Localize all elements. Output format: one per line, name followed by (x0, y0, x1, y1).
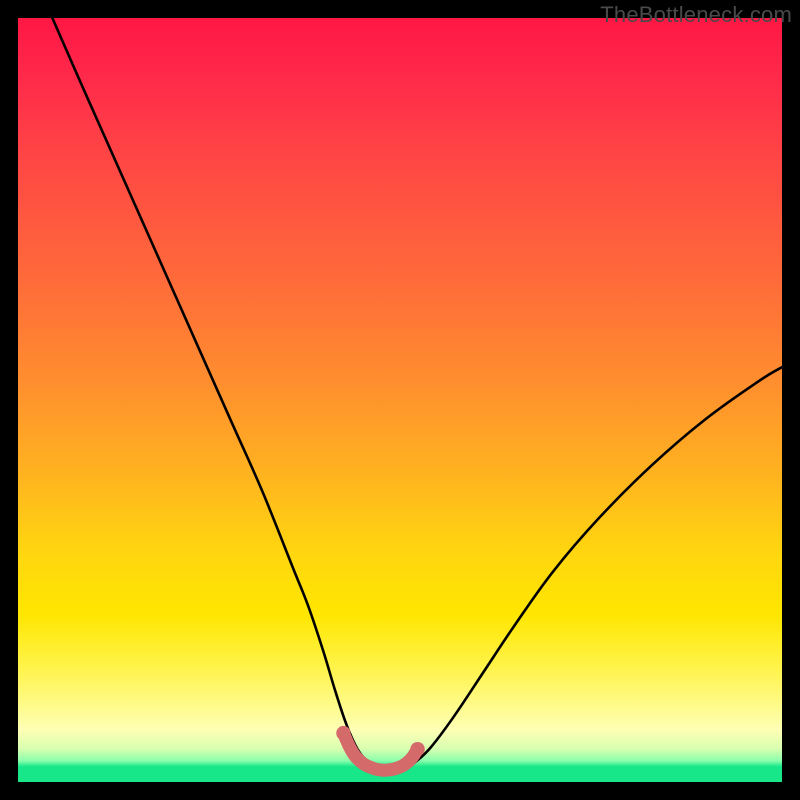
curve-layer (18, 18, 782, 782)
chart-stage: TheBottleneck.com (0, 0, 800, 800)
plot-area (18, 18, 782, 782)
valley-highlight (343, 733, 417, 770)
main-curve (52, 18, 782, 771)
valley-endpoint-dot (410, 742, 424, 756)
watermark-text: TheBottleneck.com (600, 2, 792, 28)
valley-endpoint-dot (336, 726, 350, 740)
